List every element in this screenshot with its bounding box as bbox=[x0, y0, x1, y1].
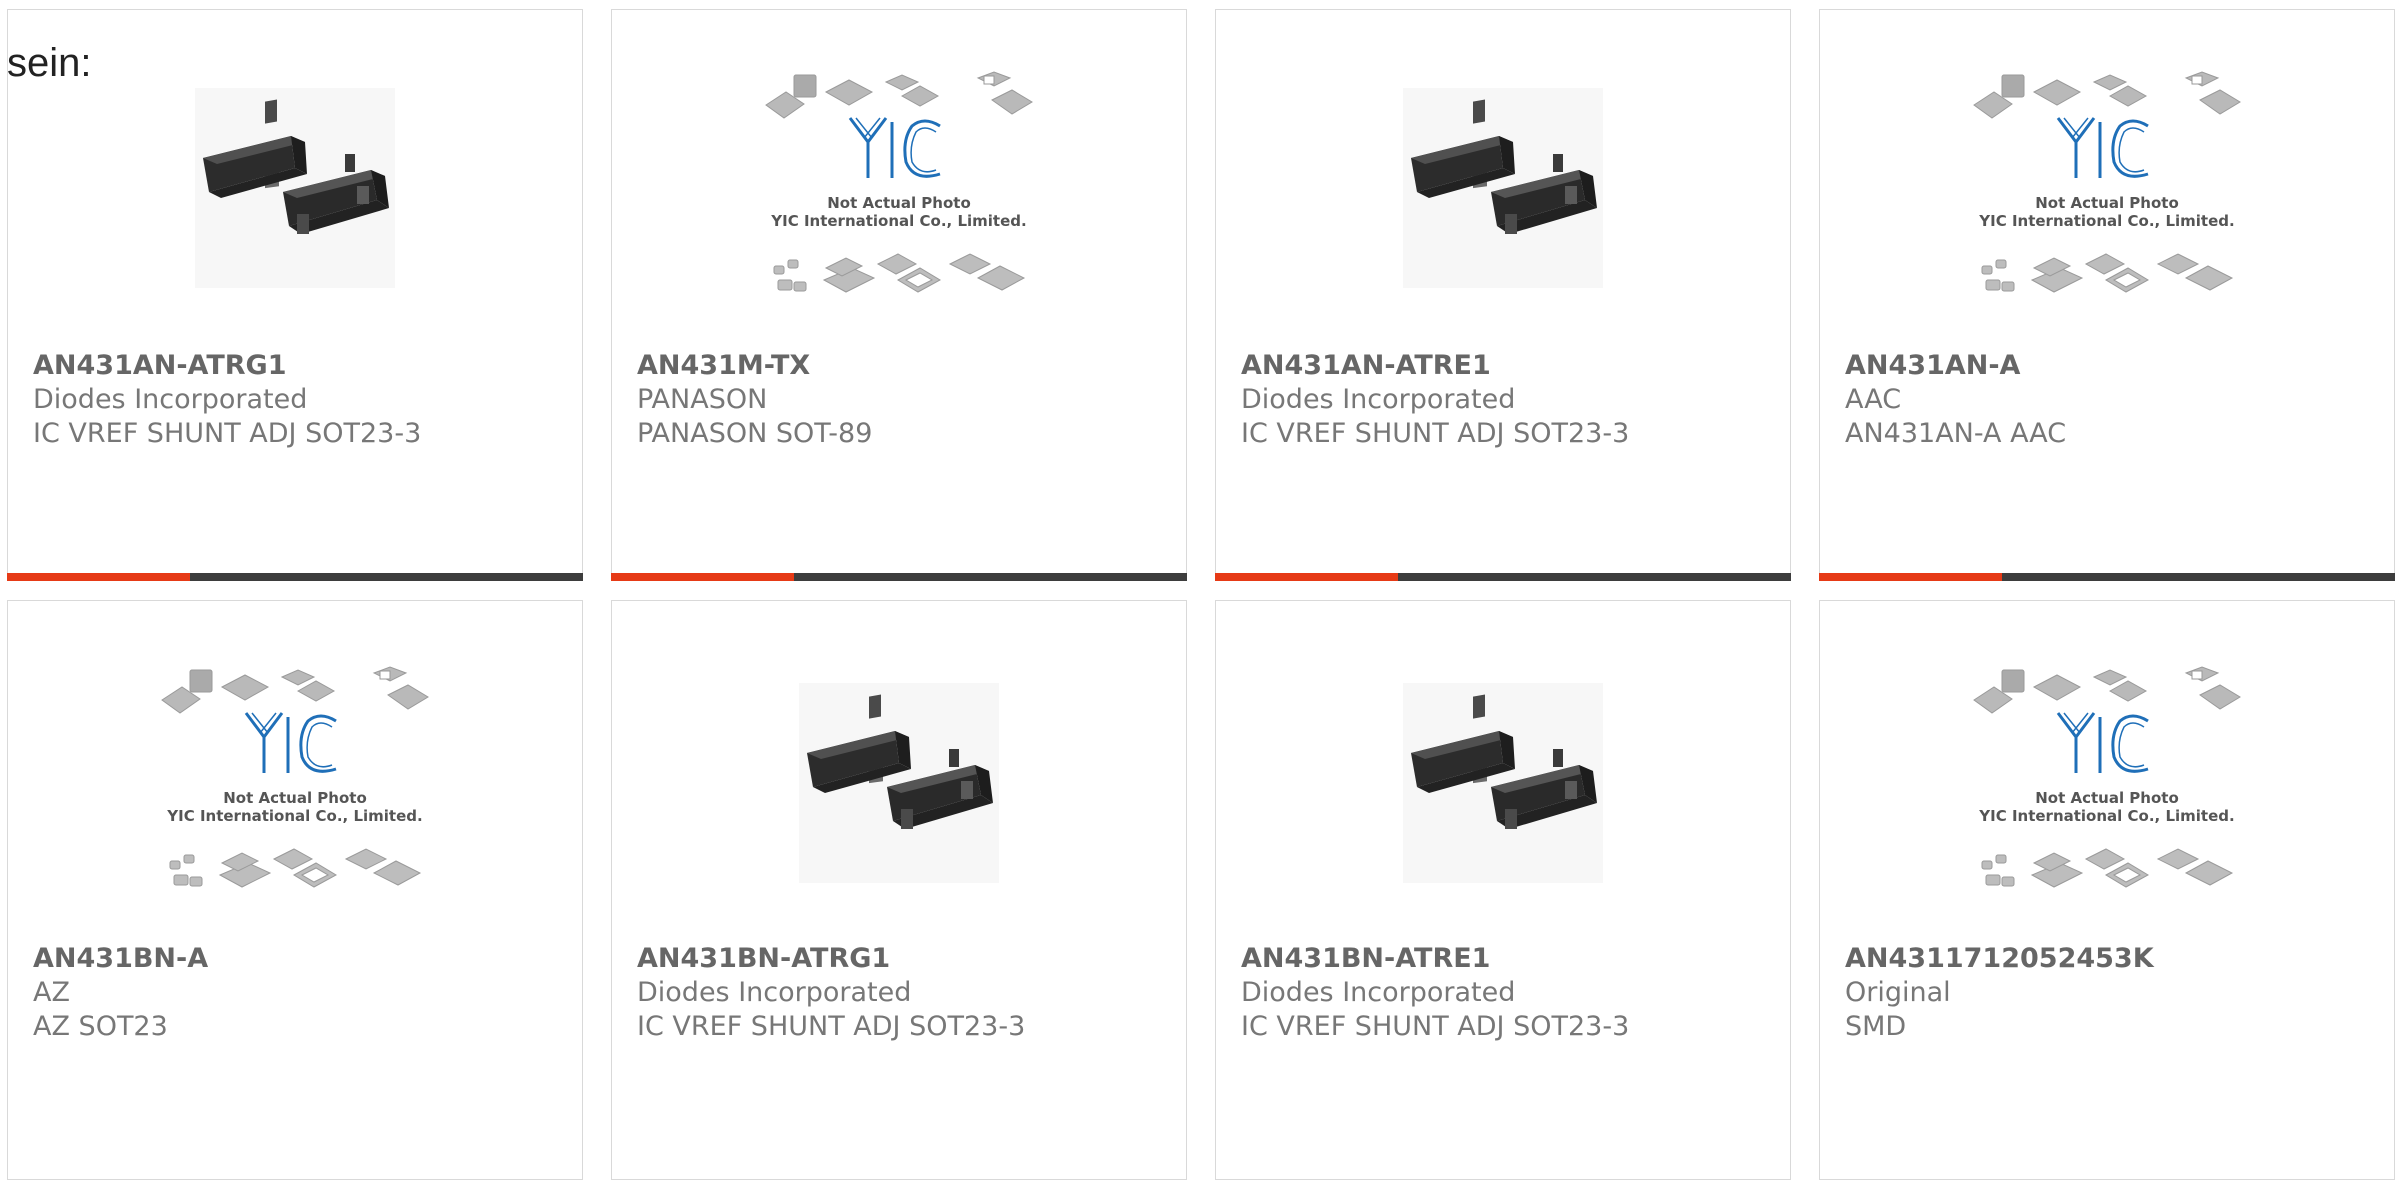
stock-caption-2: YIC International Co., Limited. bbox=[1978, 212, 2234, 230]
product-info: AN431BN-ATRE1 Diodes Incorporated IC VREF … bbox=[1241, 942, 1770, 1044]
product-thumbnail[interactable]: Not Actual Photo YIC International Co., … bbox=[1820, 70, 2394, 360]
description: IC VREF SHUNT ADJ SOT23-3 bbox=[1241, 1011, 1630, 1042]
not-actual-photo-image: Not Actual Photo YIC International Co., … bbox=[1973, 71, 2241, 293]
product-thumbnail[interactable] bbox=[1216, 665, 1790, 955]
description: AN431AN-A AAC bbox=[1845, 418, 2067, 449]
stock-caption-2: YIC International Co., Limited. bbox=[166, 807, 422, 825]
description: AZ SOT23 bbox=[33, 1011, 168, 1042]
product-info: AN431BN-A AZ AZ SOT23 bbox=[33, 942, 562, 1044]
not-actual-photo-image: Not Actual Photo YIC International Co., … bbox=[161, 666, 429, 888]
stock-caption-2: YIC International Co., Limited. bbox=[1978, 807, 2234, 825]
card-bottom-bar bbox=[1215, 573, 1791, 581]
stock-caption-1: Not Actual Photo bbox=[2035, 194, 2179, 212]
product-info: AN431AN-ATRE1 Diodes Incorporated IC VREF … bbox=[1241, 349, 1770, 451]
not-actual-photo-image: Not Actual Photo YIC International Co., … bbox=[765, 71, 1033, 293]
description: IC VREF SHUNT ADJ SOT23-3 bbox=[1241, 418, 1630, 449]
manufacturer: Diodes Incorporated bbox=[1241, 384, 1516, 415]
manufacturer: PANASON bbox=[637, 384, 768, 415]
product-thumbnail[interactable]: Not Actual Photo YIC International Co., … bbox=[1820, 665, 2394, 955]
product-info: AN431AN-ATRG1 Diodes Incorporated IC VREF … bbox=[33, 349, 562, 451]
stock-caption-1: Not Actual Photo bbox=[223, 789, 367, 807]
product-info: AN431AN-A AAC AN431AN-A AAC bbox=[1845, 349, 2374, 451]
yic-logo bbox=[848, 117, 941, 178]
part-number[interactable]: AN431AN-ATRG1 bbox=[33, 349, 562, 383]
manufacturer: Diodes Incorporated bbox=[33, 384, 308, 415]
card-bottom-bar bbox=[7, 573, 583, 581]
product-card[interactable]: AN431BN-ATRG1 Diodes Incorporated IC VREF … bbox=[611, 600, 1187, 1180]
stock-caption-1: Not Actual Photo bbox=[2035, 789, 2179, 807]
card-bottom-accent bbox=[1215, 573, 1398, 581]
sot23-chip-image bbox=[195, 88, 395, 288]
sot23-chip-image bbox=[1403, 683, 1603, 883]
product-card[interactable]: AN431BN-ATRE1 Diodes Incorporated IC VREF … bbox=[1215, 600, 1791, 1180]
card-bottom-accent bbox=[1819, 573, 2002, 581]
manufacturer: Original bbox=[1845, 977, 1951, 1008]
part-number[interactable]: AN431BN-ATRE1 bbox=[1241, 942, 1770, 976]
part-number[interactable]: AN431M-TX bbox=[637, 349, 1166, 383]
description: SMD bbox=[1845, 1011, 1907, 1042]
manufacturer: Diodes Incorporated bbox=[637, 977, 912, 1008]
product-card[interactable]: AN431AN-ATRG1 Diodes Incorporated IC VREF … bbox=[7, 9, 583, 581]
description: IC VREF SHUNT ADJ SOT23-3 bbox=[33, 418, 422, 449]
card-bottom-bar bbox=[1819, 573, 2395, 581]
product-thumbnail[interactable] bbox=[1216, 70, 1790, 360]
part-number[interactable]: AN431AN-A bbox=[1845, 349, 2374, 383]
card-bottom-accent bbox=[611, 573, 794, 581]
sot23-chip-image bbox=[799, 683, 999, 883]
product-card[interactable]: Not Actual Photo YIC International Co., … bbox=[611, 9, 1187, 581]
manufacturer: AZ bbox=[33, 977, 70, 1008]
product-info: AN431BN-ATRG1 Diodes Incorporated IC VREF … bbox=[637, 942, 1166, 1044]
product-card[interactable]: Not Actual Photo YIC International Co., … bbox=[1819, 600, 2395, 1180]
product-card[interactable]: Not Actual Photo YIC International Co., … bbox=[1819, 9, 2395, 581]
product-card[interactable]: Not Actual Photo YIC International Co., … bbox=[7, 600, 583, 1180]
description: IC VREF SHUNT ADJ SOT23-3 bbox=[637, 1011, 1026, 1042]
stock-caption-1: Not Actual Photo bbox=[827, 194, 971, 212]
yic-logo bbox=[244, 712, 337, 773]
manufacturer: Diodes Incorporated bbox=[1241, 977, 1516, 1008]
card-bottom-bar bbox=[611, 573, 1187, 581]
part-number[interactable]: AN431BN-A bbox=[33, 942, 562, 976]
not-actual-photo-image: Not Actual Photo YIC International Co., … bbox=[1973, 666, 2241, 888]
part-number[interactable]: AN431BN-ATRG1 bbox=[637, 942, 1166, 976]
part-number[interactable]: AN431AN-ATRE1 bbox=[1241, 349, 1770, 383]
product-thumbnail[interactable]: Not Actual Photo YIC International Co., … bbox=[8, 665, 582, 955]
yic-logo bbox=[2056, 712, 2149, 773]
card-bottom-accent bbox=[7, 573, 190, 581]
product-info: AN4311712052453K Original SMD bbox=[1845, 942, 2374, 1044]
product-thumbnail[interactable] bbox=[612, 665, 1186, 955]
yic-logo bbox=[2056, 117, 2149, 178]
product-card[interactable]: AN431AN-ATRE1 Diodes Incorporated IC VREF … bbox=[1215, 9, 1791, 581]
product-thumbnail[interactable] bbox=[8, 70, 582, 360]
product-info: AN431M-TX PANASON PANASON SOT-89 bbox=[637, 349, 1166, 451]
sot23-chip-image bbox=[1403, 88, 1603, 288]
product-grid: AN431AN-ATRG1 Diodes Incorporated IC VREF … bbox=[0, 0, 2400, 1180]
manufacturer: AAC bbox=[1845, 384, 1902, 415]
product-thumbnail[interactable]: Not Actual Photo YIC International Co., … bbox=[612, 70, 1186, 360]
lead-text: sein: bbox=[7, 41, 92, 85]
description: PANASON SOT-89 bbox=[637, 418, 873, 449]
stock-caption-2: YIC International Co., Limited. bbox=[770, 212, 1026, 230]
part-number[interactable]: AN4311712052453K bbox=[1845, 942, 2374, 976]
